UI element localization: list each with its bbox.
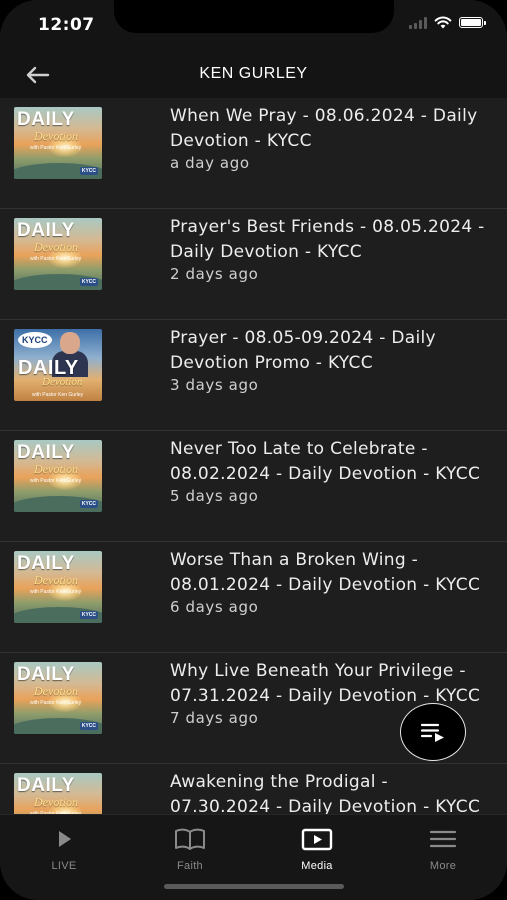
episode-title: Awakening the Prodigal - 07.30.2024 - Da… bbox=[170, 772, 481, 814]
episode-title: Prayer's Best Friends - 08.05.2024 - Dai… bbox=[170, 217, 485, 262]
top-nav-bar: KEN GURLEY bbox=[0, 52, 507, 98]
device-notch bbox=[114, 0, 394, 33]
thumbnail-credit: with Pastor Ken Gurley bbox=[30, 256, 82, 262]
thumbnail-subtitle: Devotion bbox=[34, 795, 78, 809]
list-item[interactable]: DAILY Devotion with Pastor Ken Gurley KY… bbox=[0, 764, 507, 814]
thumbnail-title: DAILY bbox=[17, 775, 75, 796]
thumbnail-subtitle: Devotion bbox=[34, 462, 78, 476]
episode-age: 3 days ago bbox=[170, 376, 259, 394]
thumbnail-title: DAILY bbox=[17, 220, 75, 241]
video-play-icon bbox=[301, 828, 333, 851]
thumbnail-credit: with Pastor Ken Gurley bbox=[32, 392, 84, 398]
episode-age: 5 days ago bbox=[170, 487, 259, 505]
battery-icon bbox=[459, 17, 486, 28]
list-item[interactable]: DAILY Devotion with Pastor Ken Gurley KY… bbox=[0, 209, 507, 320]
page-title: KEN GURLEY bbox=[199, 65, 308, 82]
episode-title: Never Too Late to Celebrate - 08.02.2024… bbox=[170, 439, 481, 484]
thumbnail-title: DAILY bbox=[17, 442, 75, 463]
thumbnail-subtitle: Devotion bbox=[42, 376, 83, 388]
episode-age: 7 days ago bbox=[170, 709, 259, 727]
app-screen: 12:07 KEN GURLEY DAILY Devotion with Pas… bbox=[0, 0, 507, 900]
thumbnail-logo: KYCC bbox=[79, 500, 98, 508]
tab-label: More bbox=[429, 860, 457, 872]
queue-playlist-icon bbox=[420, 723, 444, 742]
thumbnail-credit: with Pastor Ken Gurley bbox=[30, 145, 82, 151]
play-icon bbox=[59, 831, 71, 847]
episode-thumbnail: DAILY Devotion with Pastor Ken Gurley KY… bbox=[14, 551, 102, 623]
thumbnail-credit: with Pastor Ken Gurley bbox=[30, 589, 82, 595]
episode-thumbnail: DAILY Devotion with Pastor Ken Gurley KY… bbox=[14, 440, 102, 512]
episode-thumbnail: KYCC DAILY Devotion with Pastor Ken Gurl… bbox=[14, 329, 102, 401]
list-item[interactable]: KYCC DAILY Devotion with Pastor Ken Gurl… bbox=[0, 320, 507, 431]
thumbnail-subtitle: Devotion bbox=[34, 129, 78, 143]
episode-thumbnail: DAILY Devotion with Pastor Ken Gurley KY… bbox=[14, 218, 102, 290]
status-time: 12:07 bbox=[38, 15, 95, 35]
tab-media[interactable]: Media bbox=[272, 825, 362, 877]
episode-thumbnail: DAILY Devotion with Pastor Ken Gurley KY… bbox=[14, 662, 102, 734]
cellular-signal-icon bbox=[409, 16, 427, 29]
thumbnail-logo: KYCC bbox=[79, 611, 98, 619]
tab-faith[interactable]: Faith bbox=[145, 825, 235, 877]
episode-title: When We Pray - 08.06.2024 - Daily Devoti… bbox=[170, 106, 478, 151]
thumbnail-subtitle: Devotion bbox=[34, 684, 78, 698]
status-bar: 12:07 bbox=[0, 0, 507, 52]
book-open-icon bbox=[175, 828, 205, 850]
episode-title: Why Live Beneath Your Privilege - 07.31.… bbox=[170, 661, 481, 706]
tab-live[interactable]: LIVE bbox=[19, 825, 109, 877]
episode-thumbnail: DAILY Devotion with Pastor Ken Gurley KY… bbox=[14, 773, 102, 814]
thumbnail-title: DAILY bbox=[17, 664, 75, 685]
episode-title: Worse Than a Broken Wing - 08.01.2024 - … bbox=[170, 550, 481, 595]
queue-button[interactable] bbox=[400, 703, 466, 761]
thumbnail-credit: with Pastor Ken Gurley bbox=[30, 478, 82, 484]
list-item[interactable]: DAILY Devotion with Pastor Ken Gurley KY… bbox=[0, 431, 507, 542]
thumbnail-logo: KYCC bbox=[18, 332, 52, 348]
thumbnail-subtitle: Devotion bbox=[34, 240, 78, 254]
episode-age: 6 days ago bbox=[170, 598, 259, 616]
thumbnail-title: DAILY bbox=[17, 109, 75, 130]
thumbnail-logo: KYCC bbox=[79, 167, 98, 175]
list-item[interactable]: DAILY Devotion with Pastor Ken Gurley KY… bbox=[0, 542, 507, 653]
episode-title: Prayer - 08.05-09.2024 - Daily Devotion … bbox=[170, 328, 436, 373]
home-indicator bbox=[164, 884, 344, 889]
tab-label: LIVE bbox=[51, 860, 77, 872]
episode-age: a day ago bbox=[170, 154, 250, 172]
thumbnail-title: DAILY bbox=[17, 553, 75, 574]
status-icons bbox=[409, 16, 486, 29]
thumbnail-logo: KYCC bbox=[79, 722, 98, 730]
tab-label: Media bbox=[301, 860, 333, 872]
wifi-icon bbox=[434, 16, 452, 29]
thumbnail-subtitle: Devotion bbox=[34, 573, 78, 587]
thumbnail-logo: KYCC bbox=[79, 278, 98, 286]
menu-lines-icon bbox=[429, 830, 457, 848]
tab-more[interactable]: More bbox=[398, 825, 488, 877]
tab-label: Faith bbox=[177, 860, 203, 872]
thumbnail-credit: with Pastor Ken Gurley bbox=[30, 700, 82, 706]
episode-age: 2 days ago bbox=[170, 265, 259, 283]
episode-thumbnail: DAILY Devotion with Pastor Ken Gurley KY… bbox=[14, 107, 102, 179]
list-item[interactable]: DAILY Devotion with Pastor Ken Gurley KY… bbox=[0, 98, 507, 209]
